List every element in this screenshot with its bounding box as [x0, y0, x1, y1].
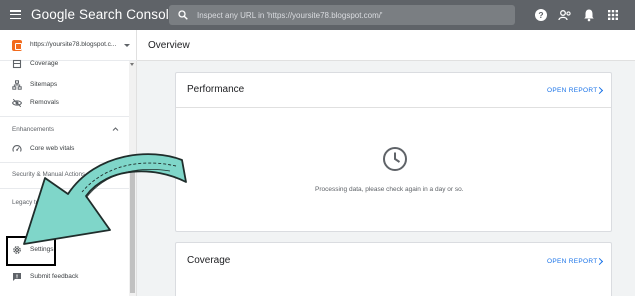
sidebar-scrollbar[interactable]	[129, 61, 136, 296]
sidebar-item-label: Removals	[30, 99, 59, 106]
sitemaps-icon	[12, 80, 22, 90]
sidebar-item-label: Submit feedback	[30, 273, 79, 280]
clock-icon	[383, 147, 407, 171]
property-label: https://yoursite78.blogspot.c...	[30, 41, 117, 48]
sidebar-item-label: Coverage	[30, 60, 59, 67]
divider	[0, 116, 130, 117]
processing-message: Processing data, please check again in a…	[315, 186, 464, 193]
sidebar-item-coverage[interactable]: Coverage	[0, 55, 130, 73]
scrollbar-thumb[interactable]	[130, 161, 135, 293]
settings-highlight-box	[6, 236, 56, 266]
chevron-right-icon[interactable]	[595, 257, 604, 265]
page-title: Overview	[148, 40, 190, 51]
section-legacy-tools[interactable]: Legacy tools and	[12, 199, 60, 206]
app-title[interactable]: Google Search Console	[31, 7, 176, 22]
feedback-icon	[13, 273, 21, 281]
menu-icon[interactable]	[10, 10, 21, 20]
divider	[0, 188, 130, 189]
card-divider	[176, 107, 611, 108]
help-icon[interactable]: ?	[534, 8, 548, 22]
sidebar-item-sitemaps[interactable]: Sitemaps	[0, 76, 130, 94]
caret-down-icon	[124, 44, 130, 47]
main-header: Overview	[137, 30, 635, 61]
sidebar-item-label: Links	[30, 227, 46, 234]
section-security-manual-actions[interactable]: Security & Manual Actions	[12, 171, 85, 178]
search-input[interactable]	[197, 5, 507, 25]
notifications-icon[interactable]	[582, 8, 596, 22]
sidebar-item-submit-feedback[interactable]: Submit feedback	[0, 268, 130, 286]
url-inspection-search[interactable]	[169, 5, 515, 25]
core-web-vitals-icon	[12, 145, 22, 152]
chevron-right-icon[interactable]	[595, 86, 604, 94]
sidebar-item-label: Sitemaps	[30, 81, 58, 88]
blogger-property-icon	[12, 40, 22, 51]
top-app-bar: Google Search Console ?	[0, 0, 635, 30]
manage-users-icon[interactable]	[558, 8, 572, 22]
section-enhancements[interactable]: Enhancements	[12, 126, 54, 133]
card-title: Performance	[187, 84, 245, 95]
search-icon	[178, 10, 188, 20]
card-title: Coverage	[187, 255, 231, 266]
divider	[0, 162, 130, 163]
sidebar-item-label: Core web vitals	[30, 145, 75, 152]
main-content: Overview Performance OPEN REPORT Process…	[137, 30, 635, 296]
scroll-up-arrow-icon[interactable]	[130, 63, 134, 66]
svg-text:?: ?	[538, 10, 543, 20]
sidebar-item-removals[interactable]: Removals	[0, 94, 130, 112]
coverage-card: Coverage OPEN REPORT	[175, 242, 612, 296]
sidebar-item-core-web-vitals[interactable]: Core web vitals	[0, 140, 130, 158]
chevron-up-icon[interactable]	[112, 126, 119, 132]
apps-icon[interactable]	[606, 8, 620, 22]
removals-icon	[12, 98, 22, 108]
performance-card: Performance OPEN REPORT Processing data,…	[175, 72, 612, 232]
open-report-link[interactable]: OPEN REPORT	[547, 87, 598, 94]
open-report-link[interactable]: OPEN REPORT	[547, 258, 598, 265]
coverage-icon	[12, 59, 22, 69]
